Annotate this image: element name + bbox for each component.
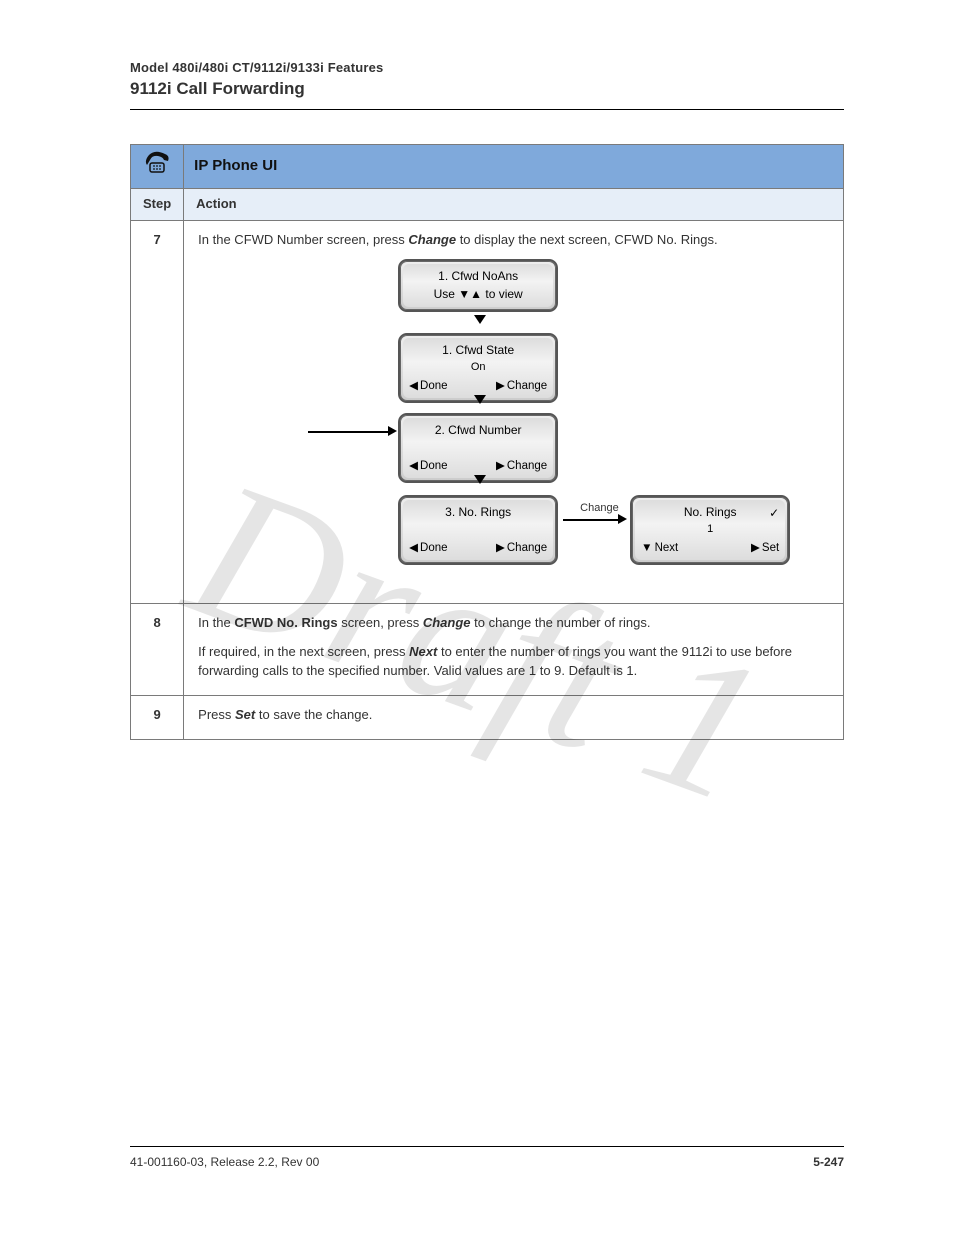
page-footer: 41-001160-03, Release 2.2, Rev 00 5-247: [130, 1146, 844, 1169]
section-eyebrow: Model 480i/480i CT/9112i/9133i Features: [130, 60, 844, 75]
phone-ui-icon-cell: [131, 145, 184, 189]
step8-p1c: screen, press: [338, 615, 423, 630]
step9-ta: Press: [198, 707, 235, 722]
step8-p2a: If required, in the next screen, press: [198, 644, 409, 659]
table-subhead: Step Action: [131, 188, 844, 220]
screen-cfwd-number: 2. Cfwd Number ◀ Done ▶ Change: [398, 413, 558, 483]
flowchart: 1. Cfwd NoAns Use ▼▲ to view 1. Cfwd Sta…: [198, 249, 829, 589]
phone-handset-icon: [143, 151, 171, 175]
col-step-header: Step: [131, 188, 184, 220]
arrow-down-icon: [474, 315, 486, 324]
step8-p1d: to change the number of rings.: [471, 615, 651, 630]
arrow-right-head-icon: [388, 426, 397, 436]
next-softkey: ▼ Next: [641, 540, 678, 557]
s4-line1: 3. No. Rings: [409, 504, 547, 521]
arrow-down-icon: [474, 475, 486, 484]
section-title: 9112i Call Forwarding: [130, 79, 844, 99]
arrow-down-icon: [474, 395, 486, 404]
arrow-right-change: [563, 519, 618, 520]
change-softkey: ▶ Change: [496, 540, 547, 557]
footer-page-number: 5-247: [813, 1155, 844, 1169]
step8-next-label: Next: [409, 644, 437, 659]
done-softkey: ◀ Done: [409, 378, 447, 395]
step7-change-label: Change: [408, 232, 456, 247]
done-softkey: ◀ Done: [409, 458, 447, 475]
table-row: 8 In the CFWD No. Rings screen, press Ch…: [131, 604, 844, 696]
step-number: 8: [131, 604, 184, 696]
step8-change-label: Change: [423, 615, 471, 630]
footer-rule: [130, 1146, 844, 1147]
footer-docid: 41-001160-03, Release 2.2, Rev 00: [130, 1155, 319, 1169]
step7-text-b: to display the next screen, CFWD No. Rin…: [456, 232, 718, 247]
table-row: 9 Press Set to save the change.: [131, 695, 844, 739]
section-rule: [130, 109, 844, 110]
col-action-header: Action: [184, 188, 844, 220]
step-number: 7: [131, 220, 184, 604]
s3-line1: 2. Cfwd Number: [409, 422, 547, 439]
s5-line2: 1: [641, 522, 779, 538]
screen-cfwd-noans: 1. Cfwd NoAns Use ▼▲ to view: [398, 259, 558, 312]
table-row: 7 In the CFWD Number screen, press Chang…: [131, 220, 844, 604]
set-softkey: ▶ Set: [751, 540, 779, 557]
step-number: 9: [131, 695, 184, 739]
arrow-change-label: Change: [580, 501, 619, 517]
screen-no-rings-set: No. Rings 1 ✓ ▼ Next ▶ Set: [630, 495, 790, 565]
screen-no-rings: 3. No. Rings ◀ Done ▶ Change: [398, 495, 558, 565]
change-softkey: ▶ Change: [496, 458, 547, 475]
step9-set-label: Set: [235, 707, 255, 722]
s2-line2: On: [409, 360, 547, 376]
procedure-table: IP Phone UI Step Action 7 In the CFWD Nu…: [130, 144, 844, 740]
step7-text-a: In the CFWD Number screen, press: [198, 232, 408, 247]
step9-tb: to save the change.: [255, 707, 372, 722]
procedure-banner-title: IP Phone UI: [184, 145, 844, 189]
screen-cfwd-state: 1. Cfwd State On ◀ Done ▶ Change: [398, 333, 558, 403]
change-softkey: ▶ Change: [496, 378, 547, 395]
check-icon: ✓: [769, 505, 779, 522]
s1-line2: Use ▼▲ to view: [409, 286, 547, 303]
arrow-right-highlight: [308, 431, 388, 432]
arrow-right-head-icon: [618, 514, 627, 524]
done-softkey: ◀ Done: [409, 540, 447, 557]
step8-p1a: In the: [198, 615, 234, 630]
s1-line1: 1. Cfwd NoAns: [409, 268, 547, 285]
step8-p1b: CFWD No. Rings: [234, 615, 337, 630]
s5-line1: No. Rings: [641, 504, 779, 521]
s2-line1: 1. Cfwd State: [409, 342, 547, 359]
